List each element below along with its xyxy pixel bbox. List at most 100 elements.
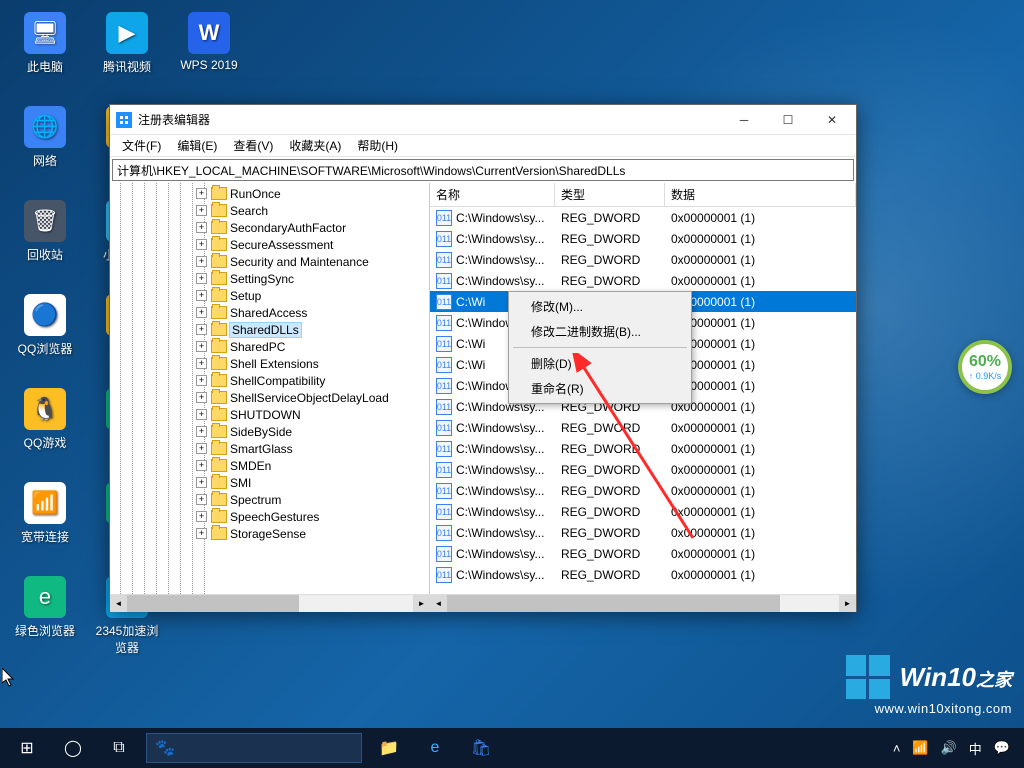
tree-node[interactable]: +Setup	[110, 287, 429, 304]
tree-node[interactable]: +SmartGlass	[110, 440, 429, 457]
registry-value-row[interactable]: 011C:\Windows\sy...REG_DWORD0x00000001 (…	[430, 480, 856, 501]
menu-item[interactable]: 文件(F)	[114, 135, 169, 156]
tree-node[interactable]: +SideBySide	[110, 423, 429, 440]
tray-volume-icon[interactable]: 🔊	[941, 740, 957, 756]
menu-item[interactable]: 查看(V)	[225, 135, 281, 156]
expand-icon[interactable]: +	[196, 375, 207, 386]
expand-icon[interactable]: +	[196, 358, 207, 369]
expand-icon[interactable]: +	[196, 528, 207, 539]
close-button[interactable]: ✕	[810, 106, 854, 134]
tree-node[interactable]: +SecureAssessment	[110, 236, 429, 253]
tree-node[interactable]: +SharedPC	[110, 338, 429, 355]
app-icon: ▶	[106, 12, 148, 54]
desktop-icon[interactable]: 🔵QQ浏览器	[8, 290, 82, 380]
ctx-modify[interactable]: 修改(M)...	[511, 294, 689, 319]
expand-icon[interactable]: +	[196, 392, 207, 403]
expand-icon[interactable]: +	[196, 290, 207, 301]
tray-network-icon[interactable]: 📶	[912, 740, 928, 756]
tree-node[interactable]: +SHUTDOWN	[110, 406, 429, 423]
speed-widget[interactable]: 60% ↑ 0.9K/s	[958, 340, 1012, 394]
tree-node[interactable]: +Spectrum	[110, 491, 429, 508]
registry-value-row[interactable]: 011C:\Windows\sy...REG_DWORD0x00000001 (…	[430, 438, 856, 459]
menu-item[interactable]: 收藏夹(A)	[281, 135, 349, 156]
registry-value-row[interactable]: 011C:\Windows\sy...REG_DWORD0x00000001 (…	[430, 564, 856, 585]
tree-node[interactable]: +SharedDLLs	[110, 321, 429, 338]
expand-icon[interactable]: +	[196, 273, 207, 284]
tree-node[interactable]: +SMDEn	[110, 457, 429, 474]
tree-pane[interactable]: +RunOnce+Search+SecondaryAuthFactor+Secu…	[110, 183, 430, 594]
tray-ime-icon[interactable]: 中	[969, 739, 982, 758]
expand-icon[interactable]: +	[196, 341, 207, 352]
minimize-button[interactable]: ─	[722, 106, 766, 134]
menu-item[interactable]: 编辑(E)	[169, 135, 225, 156]
desktop-icon[interactable]: WWPS 2019	[172, 8, 246, 98]
expand-icon[interactable]: +	[196, 477, 207, 488]
value-name: C:\Windows\sy...	[456, 463, 544, 477]
tree-node[interactable]: +ShellCompatibility	[110, 372, 429, 389]
expand-icon[interactable]: +	[196, 443, 207, 454]
registry-value-row[interactable]: 011C:\Windows\sy...REG_DWORD0x00000001 (…	[430, 459, 856, 480]
taskbar-explorer[interactable]: 📁	[366, 728, 412, 768]
desktop-icon[interactable]: 🌐网络	[8, 102, 82, 192]
maximize-button[interactable]: ☐	[766, 106, 810, 134]
taskview-button[interactable]: ⧉	[96, 728, 142, 768]
tree-node[interactable]: +StorageSense	[110, 525, 429, 542]
expand-icon[interactable]: +	[196, 239, 207, 250]
tree-node[interactable]: +SecondaryAuthFactor	[110, 219, 429, 236]
tree-node[interactable]: +Search	[110, 202, 429, 219]
expand-icon[interactable]: +	[196, 409, 207, 420]
expand-icon[interactable]: +	[196, 222, 207, 233]
cortana-button[interactable]: ◯	[50, 728, 96, 768]
expand-icon[interactable]: +	[196, 256, 207, 267]
tree-node[interactable]: +SettingSync	[110, 270, 429, 287]
desktop-icon[interactable]: 🖥此电脑	[8, 8, 82, 98]
list-hscroll[interactable]: ◄►	[430, 594, 856, 611]
tree-node[interactable]: +RunOnce	[110, 185, 429, 202]
tree-node[interactable]: +SpeechGestures	[110, 508, 429, 525]
tree-node[interactable]: +Shell Extensions	[110, 355, 429, 372]
tree-node[interactable]: +SharedAccess	[110, 304, 429, 321]
registry-value-row[interactable]: 011C:\Windows\sy...REG_DWORD0x00000001 (…	[430, 417, 856, 438]
value-name: C:\Windows\sy...	[456, 211, 544, 225]
expand-icon[interactable]: +	[196, 307, 207, 318]
expand-icon[interactable]: +	[196, 460, 207, 471]
registry-value-row[interactable]: 011C:\Windows\sy...REG_DWORD0x00000001 (…	[430, 501, 856, 522]
tree-hscroll[interactable]: ◄►	[110, 594, 430, 611]
ctx-delete[interactable]: 删除(D)	[511, 351, 689, 376]
tray-chevron-icon[interactable]: ˄	[893, 741, 901, 756]
desktop-icon[interactable]: e绿色浏览器	[8, 572, 82, 662]
registry-value-row[interactable]: 011C:\Windows\sy...REG_DWORD0x00000001 (…	[430, 228, 856, 249]
start-button[interactable]: ⊞	[4, 728, 50, 768]
desktop-icon[interactable]: ▶腾讯视频	[90, 8, 164, 98]
desktop-icon[interactable]: 🐧QQ游戏	[8, 384, 82, 474]
registry-value-row[interactable]: 011C:\Windows\sy...REG_DWORD0x00000001 (…	[430, 270, 856, 291]
tree-node[interactable]: +Security and Maintenance	[110, 253, 429, 270]
col-type[interactable]: 类型	[555, 183, 665, 206]
menu-item[interactable]: 帮助(H)	[349, 135, 406, 156]
ctx-modify-binary[interactable]: 修改二进制数据(B)...	[511, 319, 689, 344]
expand-icon[interactable]: +	[196, 205, 207, 216]
expand-icon[interactable]: +	[196, 324, 207, 335]
address-bar[interactable]: 计算机\HKEY_LOCAL_MACHINE\SOFTWARE\Microsof…	[112, 159, 854, 181]
tray-notifications-icon[interactable]: 💬	[994, 740, 1010, 756]
registry-value-row[interactable]: 011C:\Windows\sy...REG_DWORD0x00000001 (…	[430, 543, 856, 564]
titlebar[interactable]: 注册表编辑器 ─ ☐ ✕	[110, 105, 856, 135]
taskbar-edge[interactable]: e	[412, 728, 458, 768]
tree-node[interactable]: +ShellServiceObjectDelayLoad	[110, 389, 429, 406]
taskbar: ⊞ ◯ ⧉ 🐾 📁 e 🛍 ˄ 📶 🔊 中 💬	[0, 728, 1024, 768]
desktop-icon[interactable]: 🗑回收站	[8, 196, 82, 286]
registry-value-row[interactable]: 011C:\Windows\sy...REG_DWORD0x00000001 (…	[430, 522, 856, 543]
col-name[interactable]: 名称	[430, 183, 555, 206]
col-data[interactable]: 数据	[665, 183, 856, 206]
registry-value-row[interactable]: 011C:\Windows\sy...REG_DWORD0x00000001 (…	[430, 207, 856, 228]
taskbar-search[interactable]: 🐾	[146, 733, 362, 763]
tree-node[interactable]: +SMI	[110, 474, 429, 491]
expand-icon[interactable]: +	[196, 188, 207, 199]
taskbar-store[interactable]: 🛍	[458, 728, 504, 768]
ctx-rename[interactable]: 重命名(R)	[511, 376, 689, 401]
expand-icon[interactable]: +	[196, 511, 207, 522]
desktop-icon[interactable]: 📶宽带连接	[8, 478, 82, 568]
expand-icon[interactable]: +	[196, 426, 207, 437]
expand-icon[interactable]: +	[196, 494, 207, 505]
registry-value-row[interactable]: 011C:\Windows\sy...REG_DWORD0x00000001 (…	[430, 249, 856, 270]
